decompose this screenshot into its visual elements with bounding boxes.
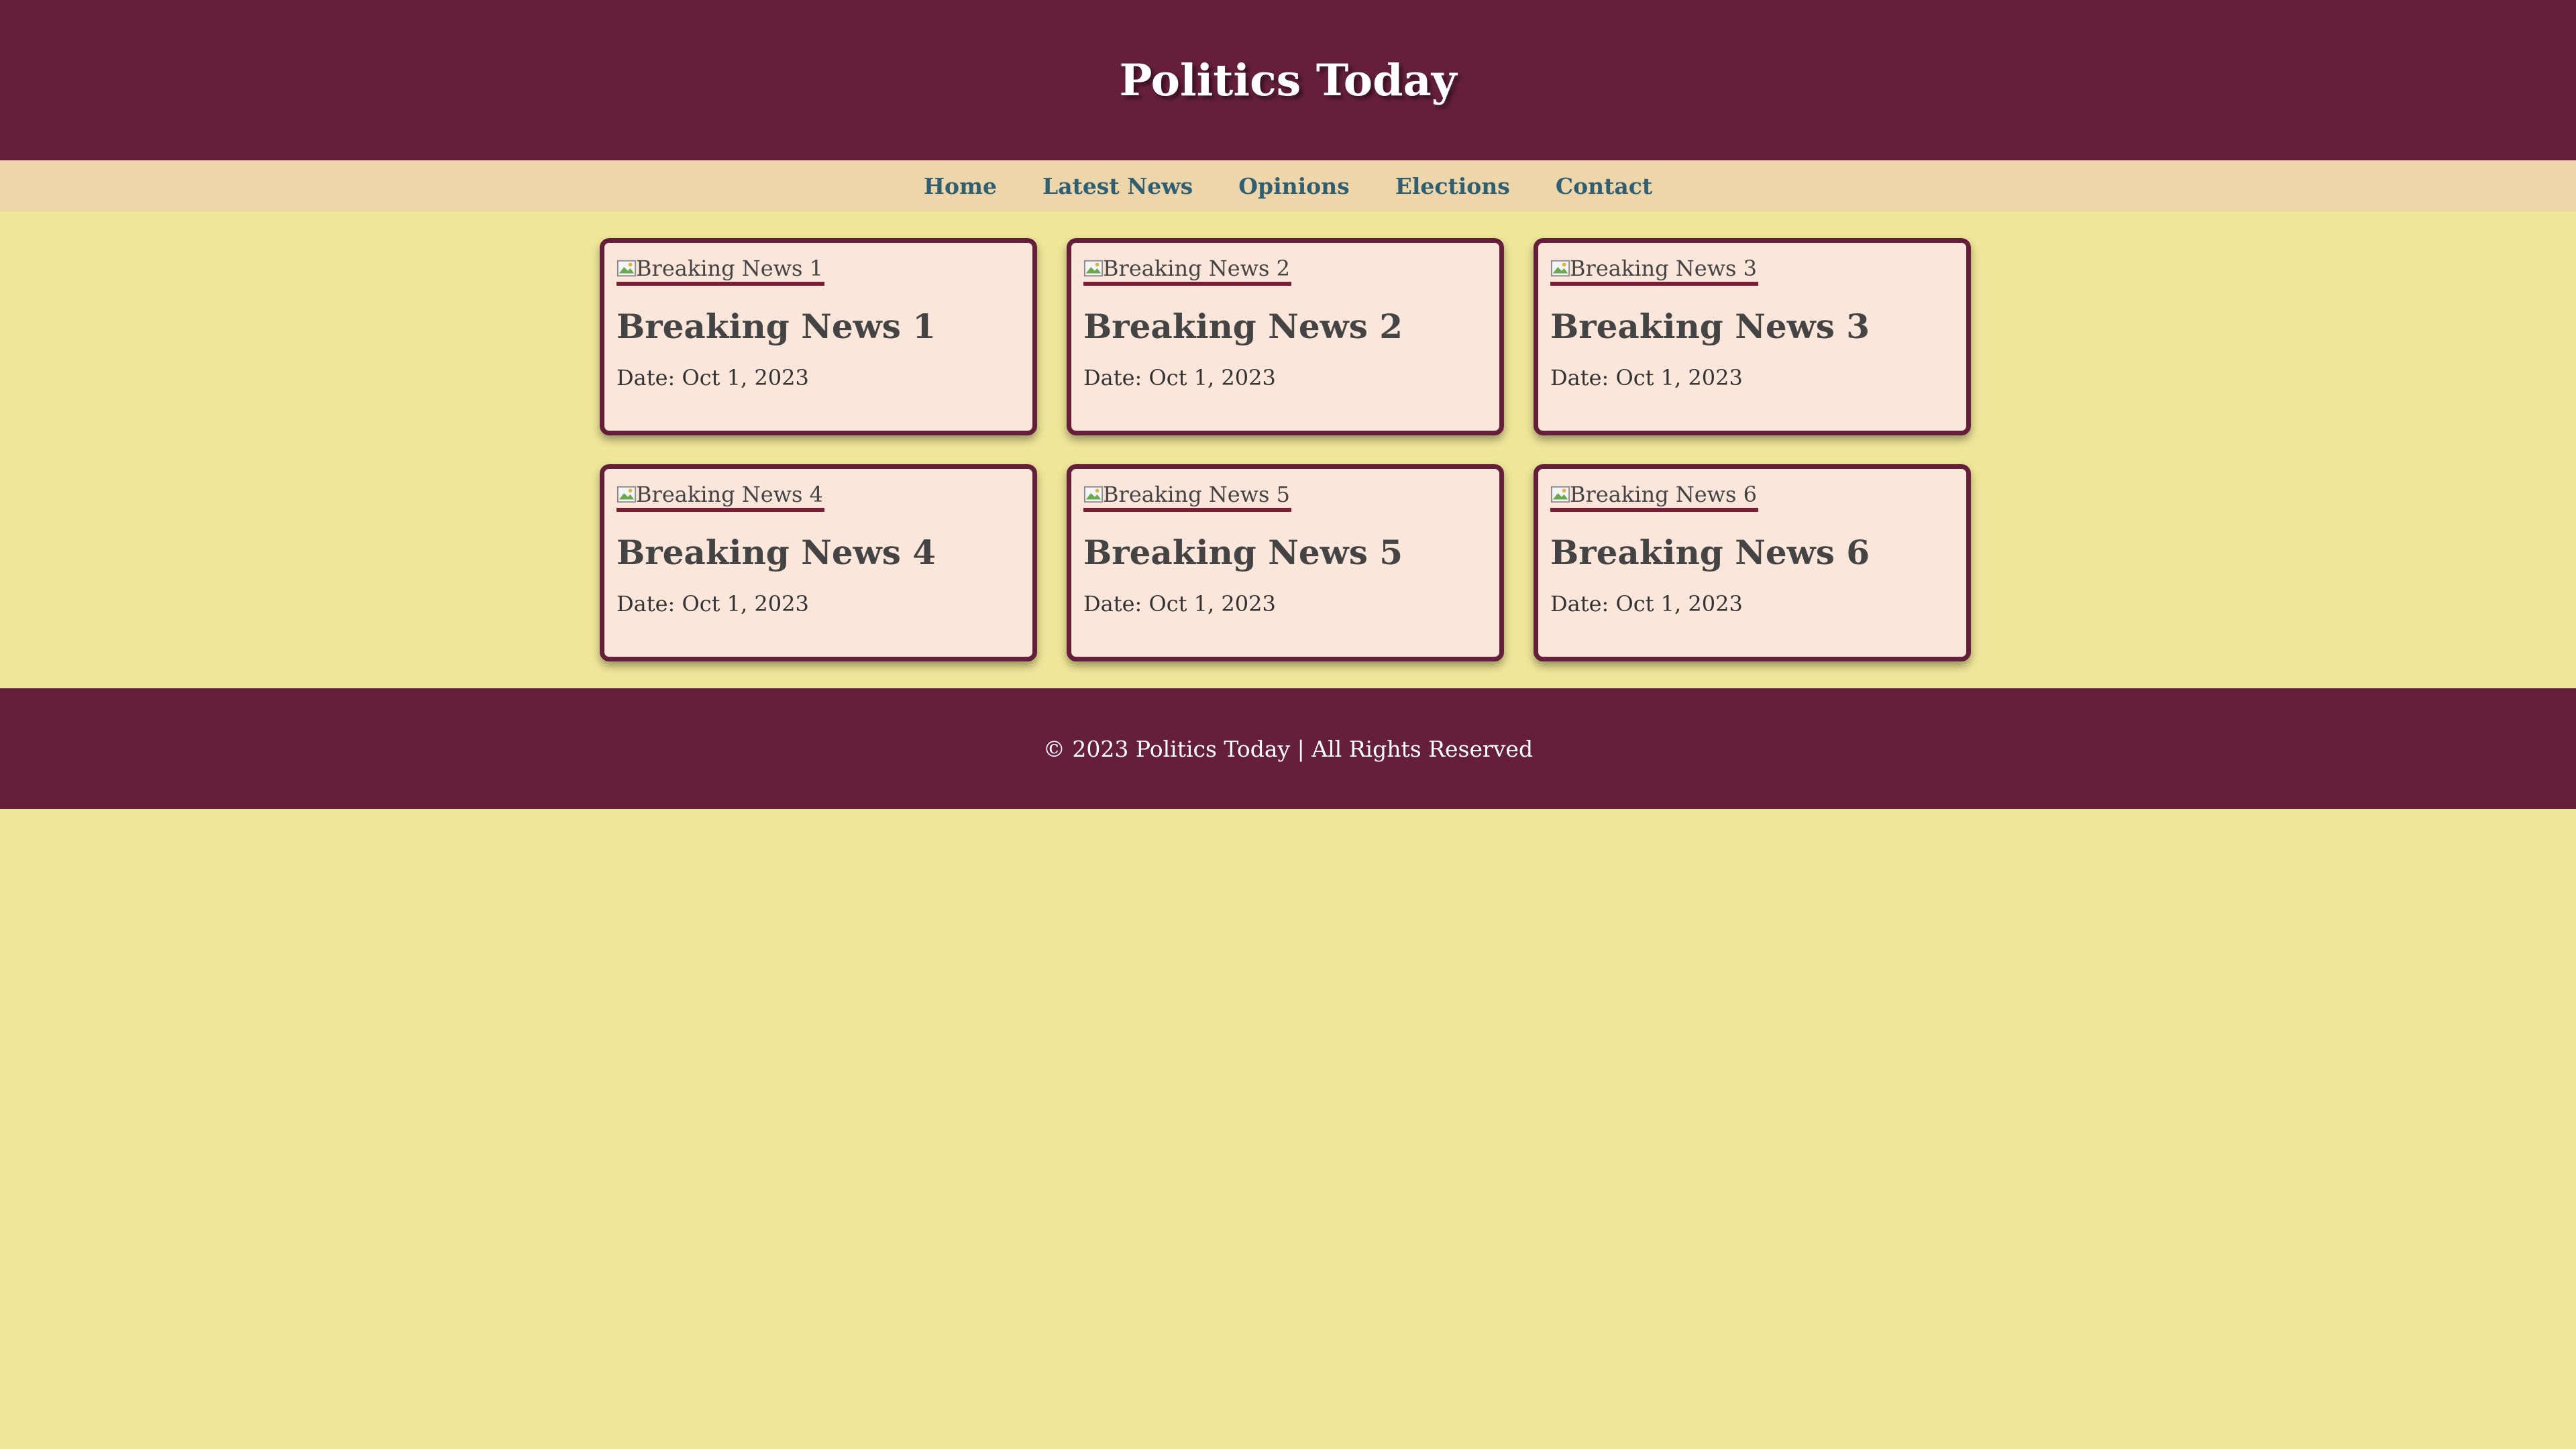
news-card[interactable]: Breaking News 4 Breaking News 4 Date: Oc… (600, 464, 1037, 661)
article-image-link[interactable]: Breaking News 5 (1083, 481, 1291, 512)
article-image-alt: Breaking News 1 (636, 256, 823, 281)
article-image-link[interactable]: Breaking News 1 (616, 255, 824, 286)
article-image-alt: Breaking News 4 (636, 482, 823, 507)
article-image-alt: Breaking News 5 (1103, 482, 1290, 507)
nav-link-elections[interactable]: Elections (1395, 173, 1510, 199)
article-image-link[interactable]: Breaking News 4 (616, 481, 824, 512)
footer-copyright: © 2023 Politics Today | All Rights Reser… (1042, 735, 1534, 762)
article-image-alt: Breaking News 6 (1570, 482, 1757, 507)
broken-image-icon (1083, 486, 1104, 503)
article-date: Date: Oct 1, 2023 (1550, 591, 1743, 616)
broken-image-icon (616, 486, 637, 503)
broken-image-icon (1083, 260, 1104, 277)
news-grid: Breaking News 1 Breaking News 1 Date: Oc… (600, 238, 1976, 661)
article-date: Date: Oct 1, 2023 (1083, 591, 1276, 616)
news-card[interactable]: Breaking News 3 Breaking News 3 Date: Oc… (1534, 238, 1971, 435)
article-title: Breaking News 3 (1550, 307, 1870, 346)
article-image-link[interactable]: Breaking News 3 (1550, 255, 1758, 286)
nav-link-opinions[interactable]: Opinions (1238, 173, 1349, 199)
broken-image-icon (1550, 260, 1570, 277)
article-title: Breaking News 4 (616, 533, 936, 572)
broken-image-icon (1550, 486, 1570, 503)
article-title: Breaking News 1 (616, 307, 936, 346)
article-date: Date: Oct 1, 2023 (616, 591, 809, 616)
site-header: Politics Today (0, 0, 2576, 160)
broken-image-icon (616, 260, 637, 277)
nav-link-latest-news[interactable]: Latest News (1042, 173, 1193, 199)
site-footer: © 2023 Politics Today | All Rights Reser… (0, 688, 2576, 809)
main-content: Breaking News 1 Breaking News 1 Date: Oc… (0, 211, 2576, 688)
news-card[interactable]: Breaking News 1 Breaking News 1 Date: Oc… (600, 238, 1037, 435)
site-title: Politics Today (1119, 54, 1457, 106)
news-card[interactable]: Breaking News 6 Breaking News 6 Date: Oc… (1534, 464, 1971, 661)
article-image-link[interactable]: Breaking News 2 (1083, 255, 1291, 286)
news-card[interactable]: Breaking News 5 Breaking News 5 Date: Oc… (1067, 464, 1504, 661)
article-date: Date: Oct 1, 2023 (616, 365, 809, 390)
nav-link-home[interactable]: Home (924, 173, 997, 199)
article-image-alt: Breaking News 3 (1570, 256, 1757, 281)
news-card[interactable]: Breaking News 2 Breaking News 2 Date: Oc… (1067, 238, 1504, 435)
article-title: Breaking News 5 (1083, 533, 1403, 572)
article-title: Breaking News 2 (1083, 307, 1403, 346)
article-date: Date: Oct 1, 2023 (1083, 365, 1276, 390)
article-date: Date: Oct 1, 2023 (1550, 365, 1743, 390)
main-nav: Home Latest News Opinions Elections Cont… (0, 160, 2576, 211)
article-image-link[interactable]: Breaking News 6 (1550, 481, 1758, 512)
article-title: Breaking News 6 (1550, 533, 1870, 572)
article-image-alt: Breaking News 2 (1103, 256, 1290, 281)
nav-link-contact[interactable]: Contact (1556, 173, 1652, 199)
